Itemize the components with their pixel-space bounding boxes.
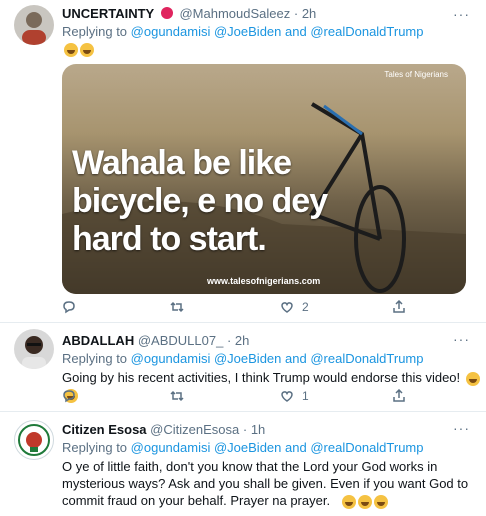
share-button[interactable] [392, 300, 406, 314]
laughing-emoji-icon [80, 42, 94, 57]
mention-link[interactable]: @JoeBiden [214, 440, 281, 455]
reply-button[interactable] [62, 389, 76, 403]
reply-icon [63, 301, 75, 314]
mention-link[interactable]: @ogundamisi [131, 440, 211, 455]
timestamp[interactable]: 2h [235, 333, 249, 348]
share-icon [393, 389, 405, 402]
tweet[interactable]: ABDALLAH @ABDULL07_ · 2h ··· Replying to… [0, 323, 486, 412]
display-name[interactable]: ABDALLAH [62, 333, 134, 348]
username[interactable]: @ABDULL07_ [138, 333, 223, 348]
mention-link[interactable]: and [285, 351, 307, 366]
separator: · [293, 6, 299, 21]
laughing-emoji-icon [341, 494, 356, 509]
more-horizontal-icon[interactable]: ··· [453, 420, 470, 436]
mention-link[interactable]: and [285, 440, 307, 455]
display-name[interactable]: Citizen Esosa [62, 422, 147, 437]
like-count: 1 [302, 389, 309, 403]
mention-link[interactable]: @ogundamisi [131, 351, 211, 366]
retweet-icon [170, 301, 184, 313]
retweet-button[interactable] [170, 300, 184, 314]
mention-link[interactable]: @realDonaldTrump [310, 440, 423, 455]
username[interactable]: @MahmoudSaleez [179, 6, 290, 21]
mention-link[interactable]: @ogundamisi [131, 24, 211, 39]
like-icon [281, 302, 293, 313]
like-count: 2 [302, 300, 309, 314]
more-horizontal-icon[interactable]: ··· [453, 331, 470, 347]
tweet-text: O ye of little faith, don't you know tha… [62, 459, 469, 509]
separator: · [242, 422, 248, 437]
separator: · [226, 333, 232, 348]
mention-link[interactable]: @JoeBiden [214, 24, 281, 39]
mention-link[interactable]: @realDonaldTrump [310, 24, 423, 39]
mention-link[interactable]: @realDonaldTrump [310, 351, 423, 366]
retweet-button[interactable] [170, 389, 184, 403]
reply-prefix: Replying to [62, 351, 128, 366]
tweet[interactable]: Citizen Esosa @CitizenEsosa · 1h ··· Rep… [0, 412, 486, 516]
meme-text: Wahala be like bicycle, e no dey hard to… [72, 144, 328, 258]
laughing-emoji-icon [357, 494, 372, 509]
timestamp[interactable]: 2h [302, 6, 316, 21]
laughing-emoji-icon [373, 494, 388, 509]
display-name[interactable]: UNCERTAINTY [62, 6, 154, 21]
like-button[interactable]: 2 [280, 300, 309, 314]
reply-prefix: Replying to [62, 24, 128, 39]
share-icon [393, 300, 405, 313]
username[interactable]: @CitizenEsosa [150, 422, 239, 437]
laughing-emoji-icon [64, 42, 78, 57]
avatar[interactable] [14, 420, 54, 460]
more-horizontal-icon[interactable]: ··· [453, 6, 470, 22]
retweet-icon [170, 390, 184, 402]
tweet[interactable]: UNCERTAINTY @MahmoudSaleez · 2h ··· Repl… [0, 0, 486, 323]
image-watermark: www.talesofnigerians.com [207, 276, 321, 286]
timestamp[interactable]: 1h [251, 422, 265, 437]
tweet-image[interactable]: Tales of Nigerians Wahala be like bicycl… [62, 64, 466, 294]
tweet-emoji [62, 40, 94, 57]
avatar[interactable] [14, 5, 54, 45]
reply-icon [63, 390, 75, 403]
like-button[interactable]: 1 [280, 389, 309, 403]
mention-link[interactable]: @JoeBiden [214, 351, 281, 366]
laughing-emoji-icon [465, 371, 480, 386]
reply-button[interactable] [62, 300, 76, 314]
badge-icon [160, 7, 173, 19]
avatar[interactable] [14, 329, 54, 369]
like-icon [281, 391, 293, 402]
mention-link[interactable]: and [285, 24, 307, 39]
share-button[interactable] [392, 389, 406, 403]
reply-prefix: Replying to [62, 440, 128, 455]
image-logo: Tales of Nigerians [384, 70, 448, 79]
